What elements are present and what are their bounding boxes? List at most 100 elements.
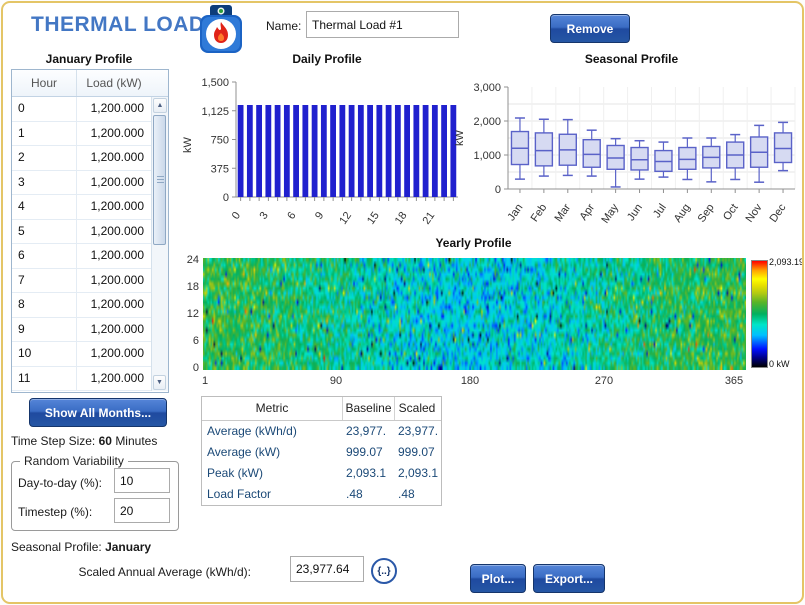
- svg-text:6: 6: [285, 210, 298, 222]
- svg-text:1,500: 1,500: [201, 77, 229, 89]
- svg-text:375: 375: [211, 163, 229, 175]
- load-cell[interactable]: 1,200.000: [76, 195, 150, 219]
- load-cell[interactable]: 1,200.000: [76, 220, 150, 244]
- hour-cell[interactable]: 3: [12, 171, 76, 195]
- heatmap-colorbar: [751, 260, 768, 368]
- thermal-load-panel: THERMAL LOAD Name: Remove January Profil…: [1, 1, 804, 604]
- column-header-load[interactable]: Load (kW): [76, 70, 151, 96]
- table-row[interactable]: 01,200.000: [12, 97, 151, 122]
- svg-text:3: 3: [257, 210, 270, 222]
- load-cell[interactable]: 1,200.000: [76, 318, 150, 342]
- svg-text:18: 18: [393, 210, 410, 227]
- load-cell[interactable]: 1,200.000: [76, 367, 150, 391]
- hour-cell[interactable]: 8: [12, 293, 76, 317]
- table-row[interactable]: 51,200.000: [12, 220, 151, 245]
- svg-text:kW: kW: [455, 129, 466, 146]
- svg-text:Jun: Jun: [625, 202, 645, 223]
- svg-text:Mar: Mar: [553, 202, 574, 225]
- day-to-day-label: Day-to-day (%):: [18, 476, 102, 490]
- scrollbar-thumb[interactable]: [153, 115, 166, 245]
- table-row[interactable]: 91,200.000: [12, 318, 151, 343]
- metrics-row: Load Factor.48.48: [202, 484, 441, 505]
- table-row[interactable]: 31,200.000: [12, 171, 151, 196]
- load-cell[interactable]: 1,200.000: [76, 244, 150, 268]
- hour-cell[interactable]: 11: [12, 367, 76, 391]
- seasonal-profile-selected-label: Seasonal Profile: January: [11, 540, 151, 554]
- svg-text:Sep: Sep: [696, 202, 717, 225]
- export-button[interactable]: Export...: [533, 564, 605, 593]
- hour-cell[interactable]: 6: [12, 244, 76, 268]
- time-step-value: 60: [99, 434, 112, 448]
- hour-cell[interactable]: 4: [12, 195, 76, 219]
- daily-profile-chart: 03757501,1251,500036912151821kW: [181, 65, 473, 237]
- show-all-months-button[interactable]: Show All Months...: [29, 398, 167, 427]
- hour-cell[interactable]: 9: [12, 318, 76, 342]
- svg-text:0: 0: [230, 210, 243, 222]
- load-cell[interactable]: 1,200.000: [76, 342, 150, 366]
- january-table-header: Hour Load (kW): [12, 70, 168, 97]
- svg-text:0: 0: [495, 184, 501, 196]
- scrollbar-down-arrow[interactable]: ▼: [153, 375, 166, 390]
- table-row[interactable]: 41,200.000: [12, 195, 151, 220]
- yearly-profile-title: Yearly Profile: [201, 236, 746, 250]
- metrics-row: Peak (kW)2,093.12,093.1: [202, 463, 441, 484]
- metrics-table: Metric Baseline Scaled Average (kWh/d)23…: [201, 396, 442, 506]
- hour-cell[interactable]: 7: [12, 269, 76, 293]
- random-variability-group: Random Variability Day-to-day (%): Times…: [11, 461, 179, 531]
- daily-profile-title: Daily Profile: [181, 52, 473, 66]
- table-scrollbar[interactable]: ▲ ▼: [151, 97, 168, 391]
- table-row[interactable]: 71,200.000: [12, 269, 151, 294]
- hour-cell[interactable]: 1: [12, 122, 76, 146]
- name-label: Name:: [266, 19, 301, 33]
- table-row[interactable]: 81,200.000: [12, 293, 151, 318]
- svg-text:0: 0: [223, 192, 229, 204]
- load-cell[interactable]: 1,200.000: [76, 171, 150, 195]
- svg-text:750: 750: [211, 135, 229, 147]
- seasonal-profile-title: Seasonal Profile: [455, 52, 804, 66]
- metrics-table-header: Metric Baseline Scaled: [202, 397, 441, 421]
- timestep-label: Timestep (%):: [18, 505, 92, 519]
- page-title: THERMAL LOAD: [31, 13, 205, 37]
- svg-text:9: 9: [313, 210, 326, 222]
- time-step-size-label: Time Step Size: 60 Minutes: [11, 434, 157, 448]
- scaled-annual-average-input[interactable]: [290, 556, 364, 582]
- table-row[interactable]: 101,200.000: [12, 342, 151, 367]
- remove-button[interactable]: Remove: [550, 14, 630, 43]
- load-cell[interactable]: 1,200.000: [76, 122, 150, 146]
- timestep-input[interactable]: [114, 498, 170, 523]
- table-row[interactable]: 11,200.000: [12, 122, 151, 147]
- load-cell[interactable]: 1,200.000: [76, 97, 150, 121]
- plot-button[interactable]: Plot...: [470, 564, 526, 593]
- scrollbar-up-arrow[interactable]: ▲: [153, 98, 167, 113]
- day-to-day-input[interactable]: [114, 468, 170, 493]
- column-header-hour[interactable]: Hour: [12, 70, 76, 96]
- seasonal-profile-chart: 01,0002,0003,000JanFebMarAprMayJunJulAug…: [455, 65, 804, 237]
- table-row[interactable]: 111,200.000: [12, 367, 151, 392]
- sensitivity-variable-button[interactable]: {..}: [371, 558, 397, 584]
- svg-text:kW: kW: [182, 136, 194, 153]
- load-cell[interactable]: 1,200.000: [76, 146, 150, 170]
- hour-cell[interactable]: 5: [12, 220, 76, 244]
- seasonal-profile-selected-value: January: [105, 540, 151, 554]
- january-profile-table[interactable]: Hour Load (kW) 01,200.00011,200.00021,20…: [11, 69, 169, 393]
- hour-cell[interactable]: 2: [12, 146, 76, 170]
- name-input[interactable]: [306, 11, 459, 38]
- load-cell[interactable]: 1,200.000: [76, 269, 150, 293]
- svg-text:3,000: 3,000: [473, 82, 501, 94]
- svg-text:Dec: Dec: [767, 201, 788, 224]
- january-profile-title: January Profile: [11, 52, 167, 66]
- svg-text:Aug: Aug: [672, 202, 693, 225]
- svg-text:May: May: [599, 201, 621, 225]
- svg-text:Oct: Oct: [721, 202, 741, 223]
- table-row[interactable]: 21,200.000: [12, 146, 151, 171]
- load-cell[interactable]: 1,200.000: [76, 293, 150, 317]
- svg-text:Jan: Jan: [505, 202, 525, 223]
- svg-text:2,000: 2,000: [473, 116, 501, 128]
- scaled-annual-average-label: Scaled Annual Average (kWh/d):: [31, 565, 251, 579]
- table-row[interactable]: 61,200.000: [12, 244, 151, 269]
- svg-text:Feb: Feb: [529, 202, 550, 224]
- hour-cell[interactable]: 0: [12, 97, 76, 121]
- metrics-row: Average (kWh/d)23,977.23,977.: [202, 421, 441, 442]
- hour-cell[interactable]: 10: [12, 342, 76, 366]
- svg-text:21: 21: [420, 210, 437, 227]
